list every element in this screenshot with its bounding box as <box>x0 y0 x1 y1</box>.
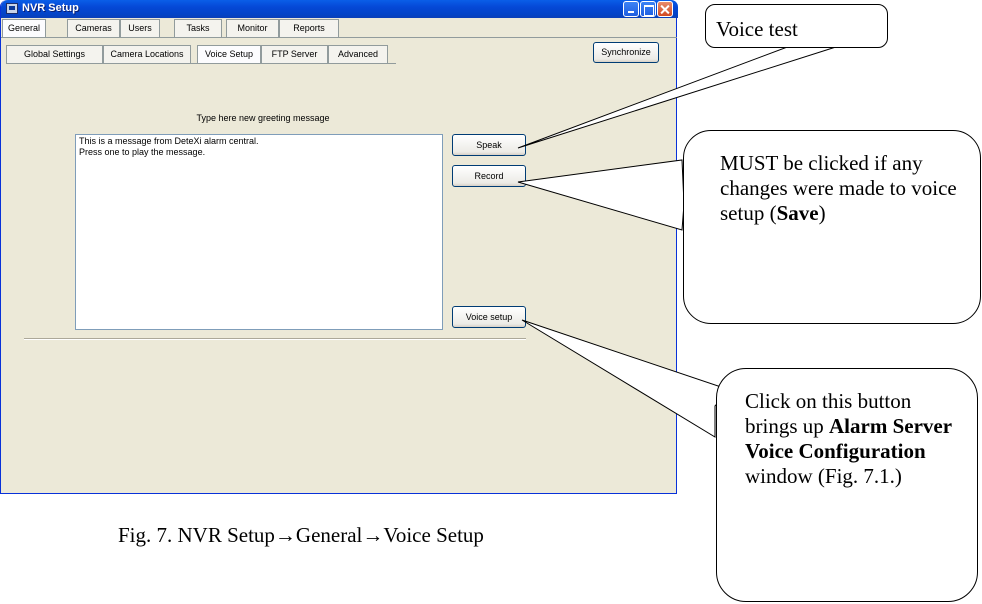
save-note-bold: Save <box>776 201 819 225</box>
save-note-text: MUST be clicked if any changes were made… <box>720 151 957 225</box>
record-button[interactable]: Record <box>452 165 526 187</box>
tab-reports[interactable]: Reports <box>279 19 339 37</box>
maximize-button[interactable] <box>640 1 656 17</box>
separator <box>24 338 526 340</box>
synchronize-button[interactable]: Synchronize <box>593 42 659 63</box>
tab-global-settings[interactable]: Global Settings <box>6 45 103 63</box>
voice-test-text: Voice test <box>716 17 798 41</box>
tab-cameras[interactable]: Cameras <box>67 19 120 37</box>
tab-ftp-server[interactable]: FTP Server <box>261 45 328 63</box>
minimize-button[interactable] <box>623 1 639 17</box>
close-button[interactable] <box>657 1 673 17</box>
save-note-suffix: ) <box>818 201 826 225</box>
save-callout: MUST be clicked if any changes were made… <box>683 130 981 324</box>
greeting-message-textarea[interactable]: This is a message from DeteXi alarm cent… <box>75 134 443 330</box>
tab-monitor[interactable]: Monitor <box>226 19 279 37</box>
tab-general[interactable]: General <box>2 19 46 37</box>
message-line: Press one to play the message. <box>79 147 206 157</box>
window-title: NVR Setup <box>22 2 79 14</box>
speak-button[interactable]: Speak <box>452 134 526 156</box>
title-bar[interactable]: NVR Setup <box>1 0 678 18</box>
tab-tasks[interactable]: Tasks <box>174 19 222 37</box>
figure-caption: Fig. 7. NVR Setup→General→Voice Setup <box>118 523 484 547</box>
tab-camera-locations[interactable]: Camera Locations <box>103 45 191 63</box>
voice-setup-note-suffix: window (Fig. 7.1.) <box>745 464 902 488</box>
app-monitor-icon <box>6 3 18 14</box>
tab-voice-setup[interactable]: Voice Setup <box>197 45 261 63</box>
tab-users[interactable]: Users <box>120 19 160 37</box>
tab-divider <box>1 37 677 38</box>
sub-tab-divider <box>6 63 396 64</box>
tab-advanced[interactable]: Advanced <box>328 45 388 63</box>
greeting-prompt-label: Type here new greeting message <box>196 113 330 123</box>
voice-setup-callout: Click on this button brings up Alarm Ser… <box>716 368 978 602</box>
voice-test-callout: Voice test <box>705 4 888 48</box>
nvr-setup-window: NVR Setup General Cameras Users Tasks Mo… <box>0 0 678 494</box>
message-line: This is a message from DeteXi alarm cent… <box>79 136 259 146</box>
voice-setup-button[interactable]: Voice setup <box>452 306 526 328</box>
